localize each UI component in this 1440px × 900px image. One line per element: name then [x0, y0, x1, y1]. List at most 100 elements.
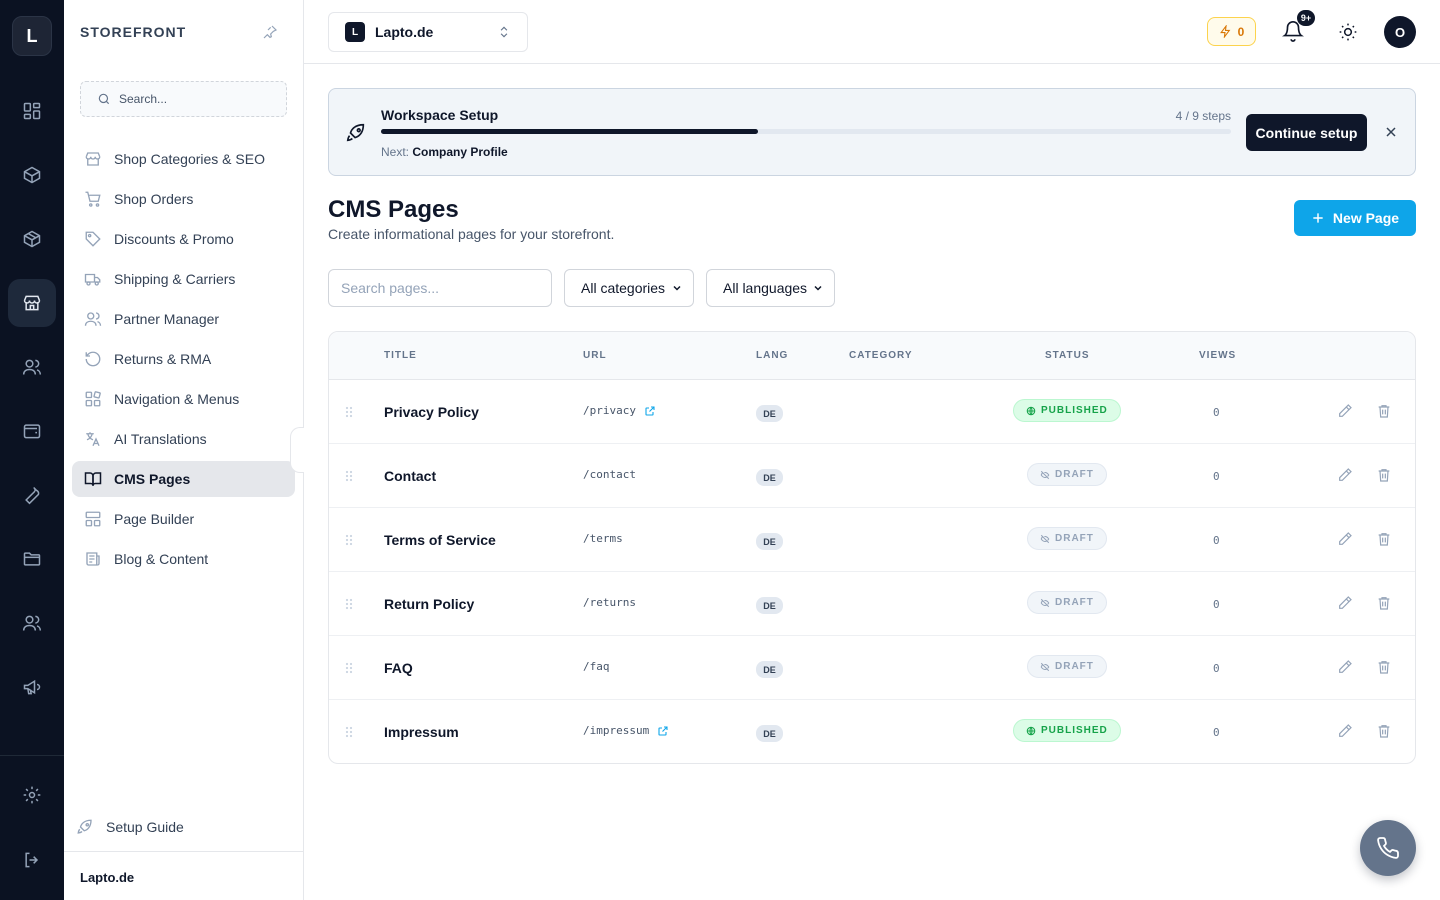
eye-off-icon: [1040, 470, 1050, 479]
drag-handle-icon[interactable]: [345, 470, 353, 482]
box-icon[interactable]: [8, 215, 56, 263]
table-row[interactable]: Impressum/impressum DE PUBLISHED 0: [329, 700, 1415, 763]
table-row[interactable]: FAQ/faq DE DRAFT 0: [329, 636, 1415, 700]
sidebar-item-label: Shop Categories & SEO: [114, 151, 265, 167]
status-badge: DRAFT: [1027, 463, 1107, 486]
edit-icon[interactable]: [1337, 595, 1353, 611]
storefront-icon[interactable]: [8, 279, 56, 327]
external-link-icon[interactable]: [657, 725, 669, 737]
sidebar-item-page-builder[interactable]: Page Builder: [72, 501, 295, 537]
eye-off-icon: [1040, 598, 1050, 607]
chevron-up-down-icon: [500, 26, 508, 38]
sidebar-item-label: Blog & Content: [114, 551, 209, 567]
page-title-cell[interactable]: Return Policy: [384, 596, 474, 612]
page-url: /terms: [583, 532, 623, 545]
setup-guide-link[interactable]: Setup Guide: [76, 818, 184, 836]
table-row[interactable]: Privacy Policy/privacy DE PUBLISHED 0: [329, 380, 1415, 444]
page-title-cell[interactable]: Terms of Service: [384, 532, 496, 548]
sidebar-item-ai-translations[interactable]: AI Translations: [72, 421, 295, 457]
dashboard-icon[interactable]: [8, 87, 56, 135]
table-row[interactable]: Contact/contact DE DRAFT 0: [329, 444, 1415, 508]
external-link-icon[interactable]: [644, 405, 656, 417]
continue-setup-button[interactable]: Continue setup: [1246, 114, 1367, 151]
edit-icon[interactable]: [1337, 531, 1353, 547]
app-logo[interactable]: L: [12, 16, 52, 56]
logout-icon[interactable]: [8, 836, 56, 884]
megaphone-icon[interactable]: [8, 663, 56, 711]
sidebar-search[interactable]: Search...: [80, 81, 287, 117]
column-category[interactable]: CATEGORY: [849, 350, 913, 361]
settings-icon[interactable]: [8, 771, 56, 819]
close-icon[interactable]: [1383, 124, 1399, 140]
status-label: DRAFT: [1055, 469, 1094, 480]
package-icon[interactable]: [8, 151, 56, 199]
page-url: /privacy: [583, 404, 636, 417]
edit-icon[interactable]: [1337, 659, 1353, 675]
new-page-button[interactable]: New Page: [1294, 200, 1416, 236]
page-title-cell[interactable]: Contact: [384, 468, 436, 484]
table-row[interactable]: Return Policy/returns DE DRAFT 0: [329, 572, 1415, 636]
column-title[interactable]: TITLE: [384, 350, 417, 361]
sidebar-collapse-handle[interactable]: [290, 427, 304, 473]
column-status[interactable]: STATUS: [1045, 350, 1090, 361]
team-icon[interactable]: [8, 599, 56, 647]
drag-handle-icon[interactable]: [345, 406, 353, 418]
edit-icon[interactable]: [1337, 403, 1353, 419]
sidebar-item-label: Shop Orders: [114, 191, 194, 207]
sidebar-item-shop-categories[interactable]: Shop Categories & SEO: [72, 141, 295, 177]
trash-icon[interactable]: [1376, 531, 1392, 547]
trash-icon[interactable]: [1376, 723, 1392, 739]
edit-icon[interactable]: [1337, 467, 1353, 483]
drag-handle-icon[interactable]: [345, 726, 353, 738]
sidebar-item-blog[interactable]: Blog & Content: [72, 541, 295, 577]
workspace-switcher[interactable]: L Lapto.de: [328, 12, 528, 52]
sidebar-item-returns[interactable]: Returns & RMA: [72, 341, 295, 377]
phone-support-button[interactable]: [1360, 820, 1416, 876]
edit-icon[interactable]: [1337, 723, 1353, 739]
page-url: /faq: [583, 660, 610, 673]
page-title-cell[interactable]: FAQ: [384, 660, 413, 676]
page-url: /returns: [583, 596, 636, 609]
sidebar-item-navigation[interactable]: Navigation & Menus: [72, 381, 295, 417]
trash-icon[interactable]: [1376, 595, 1392, 611]
users-icon[interactable]: [8, 343, 56, 391]
sun-icon[interactable]: [1338, 22, 1358, 42]
search-pages-input[interactable]: [328, 269, 552, 307]
sidebar-item-discounts[interactable]: Discounts & Promo: [72, 221, 295, 257]
column-lang[interactable]: LANG: [756, 350, 788, 361]
language-badge: DE: [756, 661, 783, 678]
column-url[interactable]: URL: [583, 350, 607, 361]
sidebar-item-shop-orders[interactable]: Shop Orders: [72, 181, 295, 217]
credits-badge[interactable]: 0: [1207, 17, 1256, 46]
table-row[interactable]: Terms of Service/terms DE DRAFT 0: [329, 508, 1415, 572]
category-filter-select[interactable]: All categories: [564, 269, 694, 307]
sidebar-item-partner-manager[interactable]: Partner Manager: [72, 301, 295, 337]
drag-handle-icon[interactable]: [345, 662, 353, 674]
drag-handle-icon[interactable]: [345, 598, 353, 610]
language-badge: DE: [756, 405, 783, 422]
sidebar-item-cms-pages[interactable]: CMS Pages: [72, 461, 295, 497]
page-title-cell[interactable]: Impressum: [384, 724, 459, 740]
sidebar-item-shipping[interactable]: Shipping & Carriers: [72, 261, 295, 297]
trash-icon[interactable]: [1376, 467, 1392, 483]
trash-icon[interactable]: [1376, 659, 1392, 675]
wallet-icon[interactable]: [8, 407, 56, 455]
status-label: DRAFT: [1055, 597, 1094, 608]
trash-icon[interactable]: [1376, 403, 1392, 419]
sidebar: STOREFRONT Search... Shop Categories & S…: [64, 0, 304, 900]
drag-handle-icon[interactable]: [345, 534, 353, 546]
user-avatar[interactable]: O: [1384, 16, 1416, 48]
page-title-cell[interactable]: Privacy Policy: [384, 404, 479, 420]
sidebar-item-label: AI Translations: [114, 431, 207, 447]
wrench-icon[interactable]: [8, 471, 56, 519]
pin-icon[interactable]: [262, 24, 278, 40]
globe-icon: [1026, 726, 1036, 735]
sidebar-search-placeholder: Search...: [119, 92, 168, 106]
folder-icon[interactable]: [8, 535, 56, 583]
language-filter-select[interactable]: All languages: [706, 269, 835, 307]
column-views[interactable]: VIEWS: [1199, 350, 1236, 361]
language-badge: DE: [756, 725, 783, 742]
users-icon: [84, 312, 102, 326]
chevron-down-icon: [814, 285, 822, 291]
icon-rail: L: [0, 0, 64, 900]
